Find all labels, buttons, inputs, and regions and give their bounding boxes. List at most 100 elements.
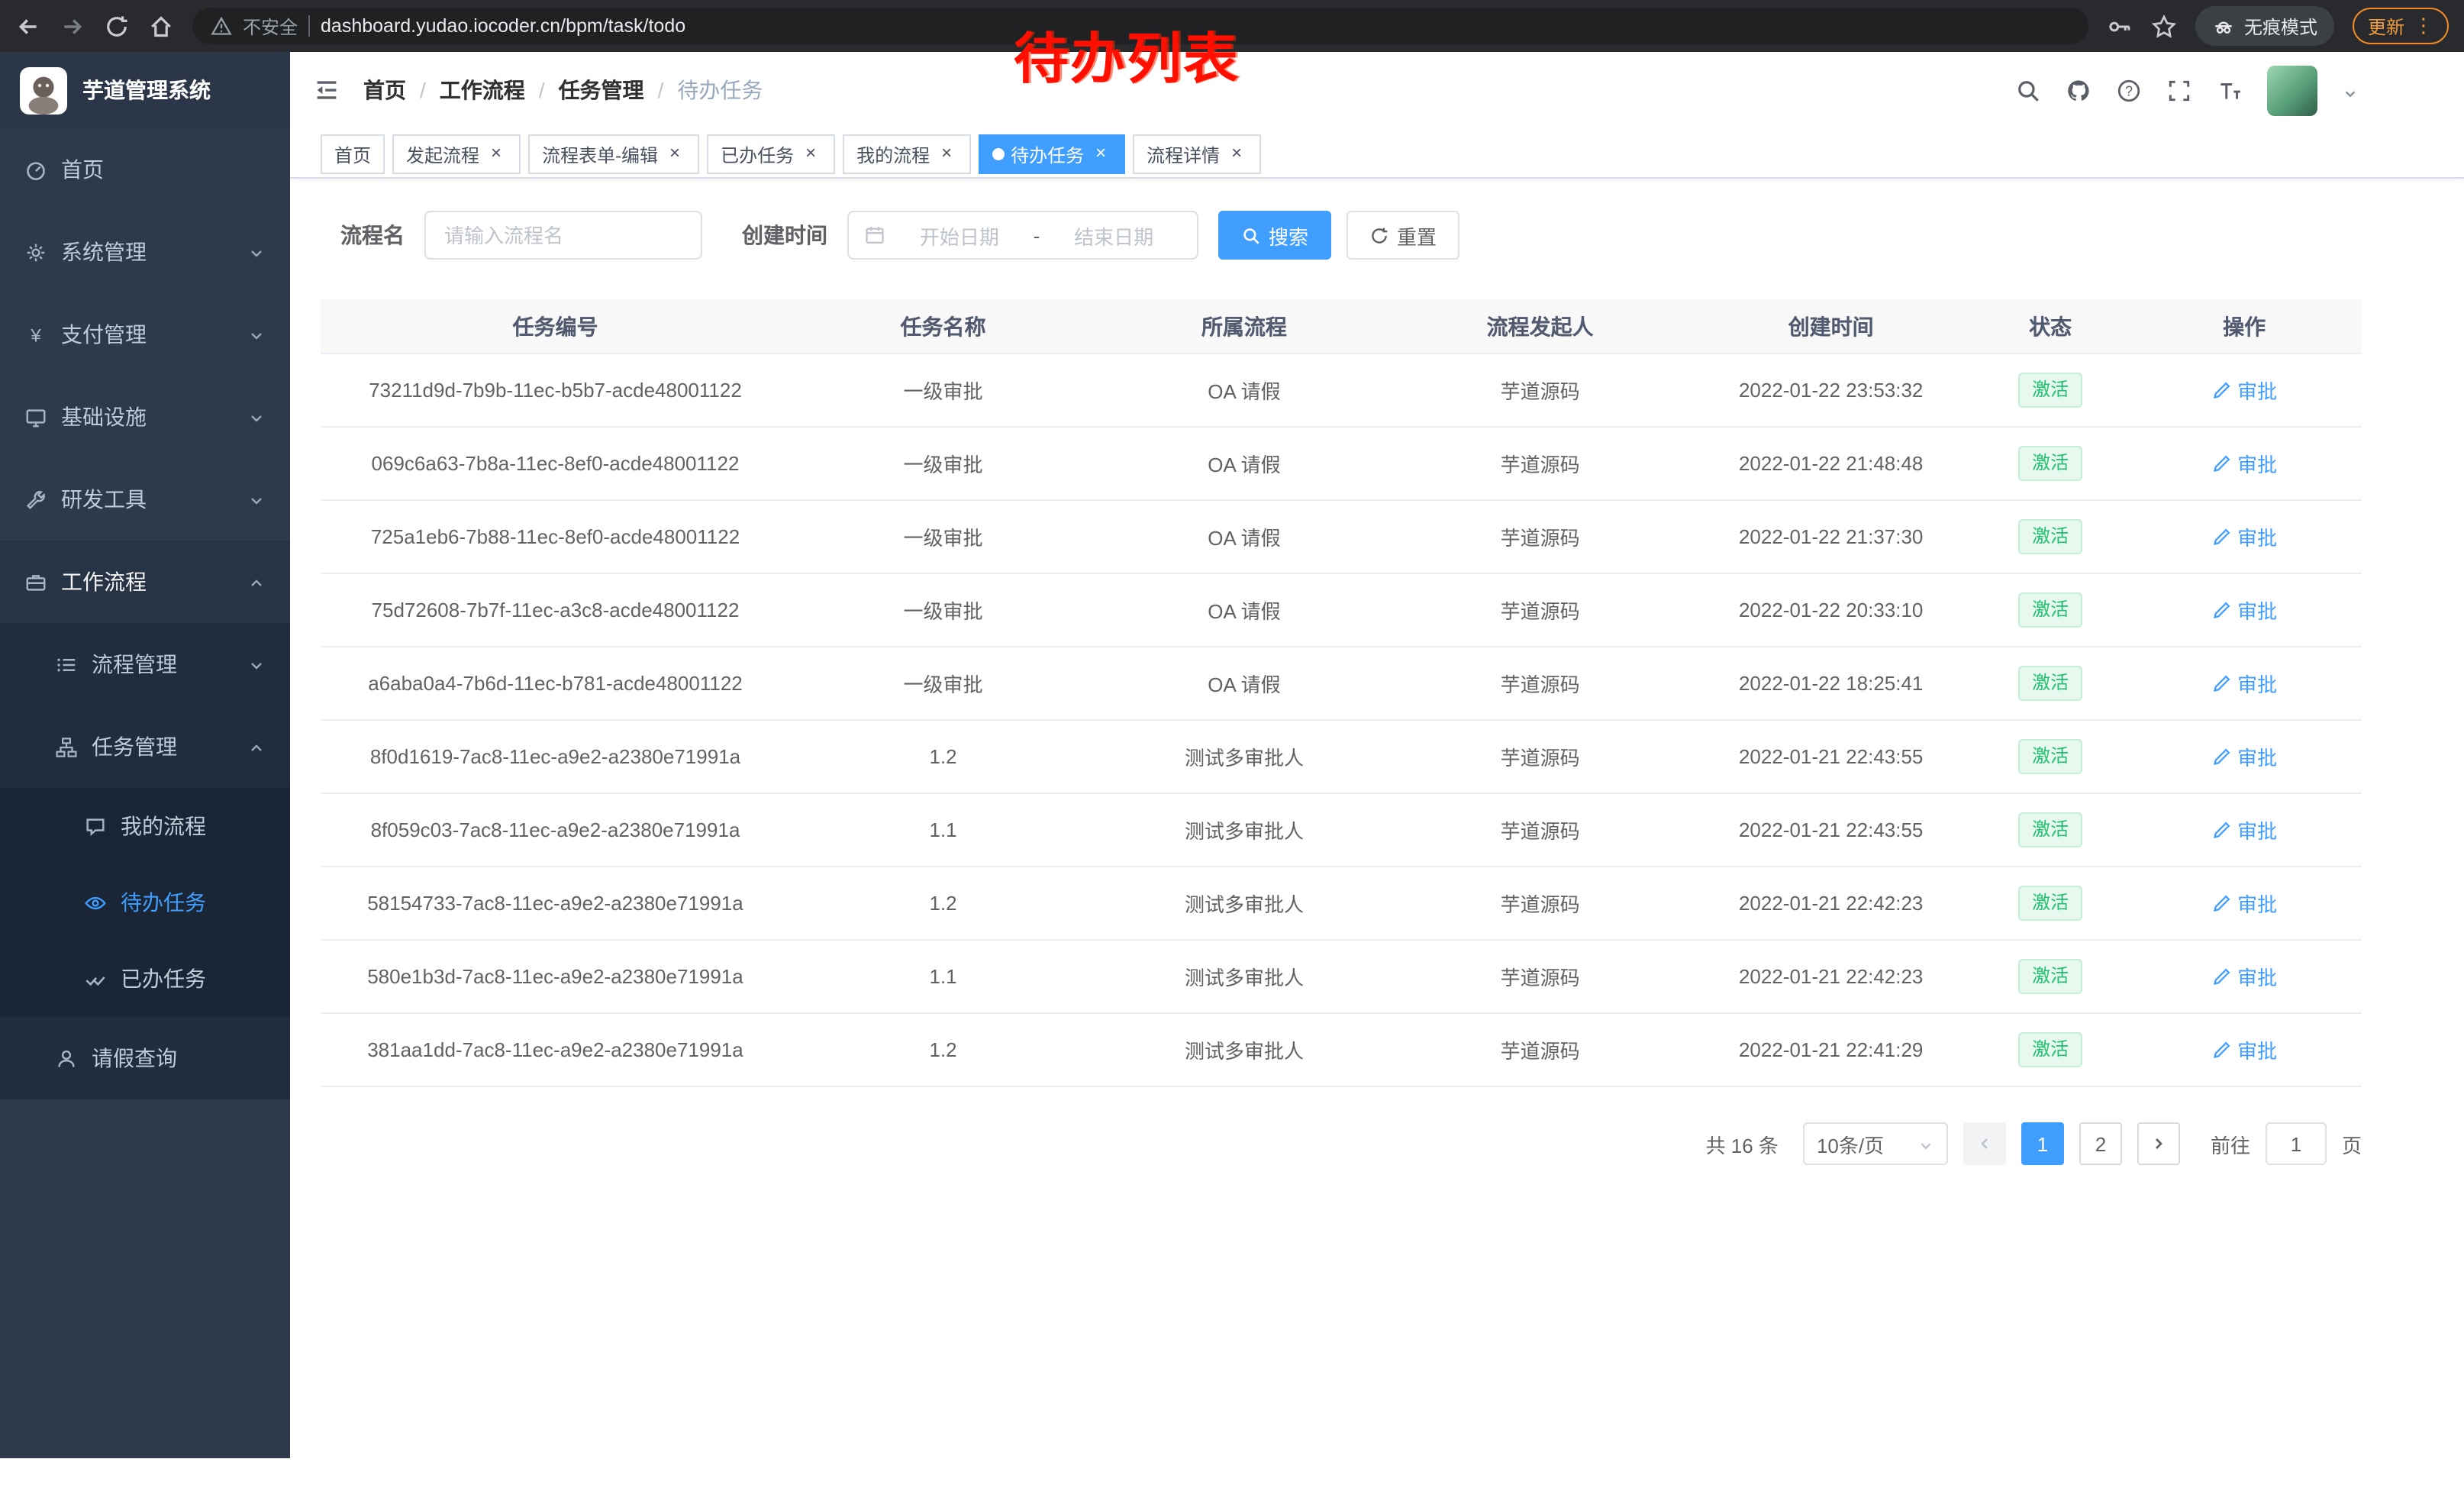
tab[interactable]: 首页	[321, 134, 385, 174]
edit-pencil-icon	[2211, 600, 2231, 620]
tab-close-icon[interactable]	[664, 144, 685, 165]
cell-created-time: 2022-01-21 22:42:23	[1688, 965, 1974, 988]
cell-task-id: 069c6a63-7b8a-11ec-8ef0-acde48001122	[321, 452, 790, 475]
user-icon	[55, 1047, 78, 1070]
browser-menu-icon[interactable]: ⋮	[2414, 14, 2433, 38]
cell-actions: 审批	[2127, 1035, 2362, 1064]
approve-link[interactable]: 审批	[2211, 669, 2277, 698]
sidebar-item-payment[interactable]: ¥ 支付管理	[0, 293, 290, 376]
sidebar-item-leave-query[interactable]: 请假查询	[0, 1017, 290, 1099]
refresh-icon[interactable]	[104, 13, 130, 39]
date-range-picker[interactable]: 开始日期 - 结束日期	[847, 211, 1198, 260]
url-text[interactable]: dashboard.yudao.iocoder.cn/bpm/task/todo	[321, 15, 685, 37]
sidebar-item-devtools[interactable]: 研发工具	[0, 458, 290, 541]
update-label: 更新	[2368, 13, 2404, 39]
cell-initiator: 芋道源码	[1392, 376, 1688, 405]
sidebar-item-task-management[interactable]: 任务管理	[0, 705, 290, 788]
cell-actions: 审批	[2127, 449, 2362, 478]
tab[interactable]: 已办任务	[707, 134, 835, 174]
cell-task-name: 一级审批	[790, 596, 1096, 625]
next-page-button[interactable]	[2137, 1122, 2180, 1165]
approve-link[interactable]: 审批	[2211, 596, 2277, 625]
fullscreen-icon[interactable]	[2166, 77, 2192, 103]
security-warning-icon[interactable]	[211, 15, 232, 37]
process-name-input[interactable]	[424, 211, 702, 260]
status-badge: 激活	[2018, 446, 2082, 481]
bookmark-star-icon[interactable]	[2151, 13, 2177, 39]
sidebar-fold-icon[interactable]	[313, 76, 340, 104]
breadcrumb-separator: /	[539, 78, 545, 102]
page-size-select[interactable]: 10条/页	[1803, 1122, 1948, 1165]
avatar-caret-icon[interactable]	[2342, 82, 2359, 98]
tab-close-icon[interactable]	[1226, 144, 1247, 165]
back-icon[interactable]	[15, 13, 41, 39]
github-icon[interactable]	[2066, 77, 2091, 103]
reset-button[interactable]: 重置	[1346, 211, 1459, 260]
sidebar-item-workflow[interactable]: 工作流程	[0, 541, 290, 623]
sidebar-item-process-management[interactable]: 流程管理	[0, 623, 290, 705]
process-name-label: 流程名	[340, 220, 405, 250]
approve-link[interactable]: 审批	[2211, 522, 2277, 551]
sidebar-item-home[interactable]: 首页	[0, 128, 290, 211]
cell-task-name: 一级审批	[790, 376, 1096, 405]
goto-page-input[interactable]	[2266, 1122, 2327, 1165]
todo-task-table: 任务编号任务名称所属流程流程发起人创建时间状态操作 73211d9d-7b9b-…	[321, 299, 2362, 1087]
cell-process-name: OA 请假	[1096, 596, 1392, 625]
cell-status: 激活	[1974, 666, 2127, 701]
breadcrumb-item[interactable]: 任务管理	[559, 75, 644, 105]
tab[interactable]: 发起流程	[392, 134, 521, 174]
tab-close-icon[interactable]	[936, 144, 957, 165]
column-header: 状态	[1974, 311, 2127, 341]
tab[interactable]: 待办任务	[979, 134, 1125, 174]
tab-close-icon[interactable]	[485, 144, 507, 165]
cell-actions: 审批	[2127, 596, 2362, 625]
approve-link[interactable]: 审批	[2211, 449, 2277, 478]
cell-process-name: 测试多审批人	[1096, 815, 1392, 844]
cell-status: 激活	[1974, 592, 2127, 628]
browser-toolbar: 不安全 dashboard.yudao.iocoder.cn/bpm/task/…	[0, 0, 2464, 52]
sidebar-item-my-process[interactable]: 我的流程	[0, 788, 290, 864]
tab[interactable]: 我的流程	[843, 134, 971, 174]
breadcrumb-item[interactable]: 首页	[363, 75, 406, 105]
home-icon[interactable]	[148, 13, 174, 39]
user-avatar[interactable]	[2267, 65, 2317, 115]
address-bar[interactable]: 不安全 dashboard.yudao.iocoder.cn/bpm/task/…	[192, 8, 2088, 44]
sidebar-item-label: 流程管理	[92, 649, 177, 679]
approve-link[interactable]: 审批	[2211, 1035, 2277, 1064]
page-button[interactable]: 1	[2021, 1122, 2064, 1165]
prev-page-button[interactable]	[1963, 1122, 2006, 1165]
sidebar-item-todo-task[interactable]: 待办任务	[0, 864, 290, 941]
font-size-icon[interactable]	[2217, 77, 2243, 103]
approve-link[interactable]: 审批	[2211, 742, 2277, 771]
tab-close-icon[interactable]	[800, 144, 821, 165]
total-count: 共 16 条	[1706, 1129, 1779, 1158]
cell-created-time: 2022-01-22 20:33:10	[1688, 599, 1974, 621]
approve-link[interactable]: 审批	[2211, 815, 2277, 844]
breadcrumb-item[interactable]: 工作流程	[440, 75, 525, 105]
sidebar-item-done-task[interactable]: 已办任务	[0, 941, 290, 1017]
help-icon[interactable]: ?	[2116, 77, 2142, 103]
search-icon[interactable]	[2015, 77, 2041, 103]
sidebar-item-infra[interactable]: 基础设施	[0, 376, 290, 458]
forward-icon[interactable]	[60, 13, 85, 39]
approve-link[interactable]: 审批	[2211, 889, 2277, 918]
page-button[interactable]: 2	[2079, 1122, 2122, 1165]
password-key-icon[interactable]	[2107, 13, 2133, 39]
cell-status: 激活	[1974, 1032, 2127, 1067]
approve-link[interactable]: 审批	[2211, 376, 2277, 405]
tab[interactable]: 流程表单-编辑	[528, 134, 699, 174]
cell-task-name: 1.2	[790, 745, 1096, 768]
cell-created-time: 2022-01-21 22:41:29	[1688, 1038, 1974, 1061]
edit-pencil-icon	[2211, 820, 2231, 840]
update-button[interactable]: 更新 ⋮	[2353, 8, 2449, 44]
edit-pencil-icon	[2211, 454, 2231, 473]
approve-link[interactable]: 审批	[2211, 962, 2277, 991]
tab-label: 发起流程	[406, 141, 479, 167]
tab-close-icon[interactable]	[1090, 144, 1111, 165]
sidebar-item-system[interactable]: 系统管理	[0, 211, 290, 293]
tab[interactable]: 流程详情	[1133, 134, 1261, 174]
column-header: 任务名称	[790, 311, 1096, 341]
search-button[interactable]: 搜索	[1218, 211, 1331, 260]
status-badge: 激活	[2018, 519, 2082, 554]
approve-link-label: 审批	[2237, 596, 2277, 625]
